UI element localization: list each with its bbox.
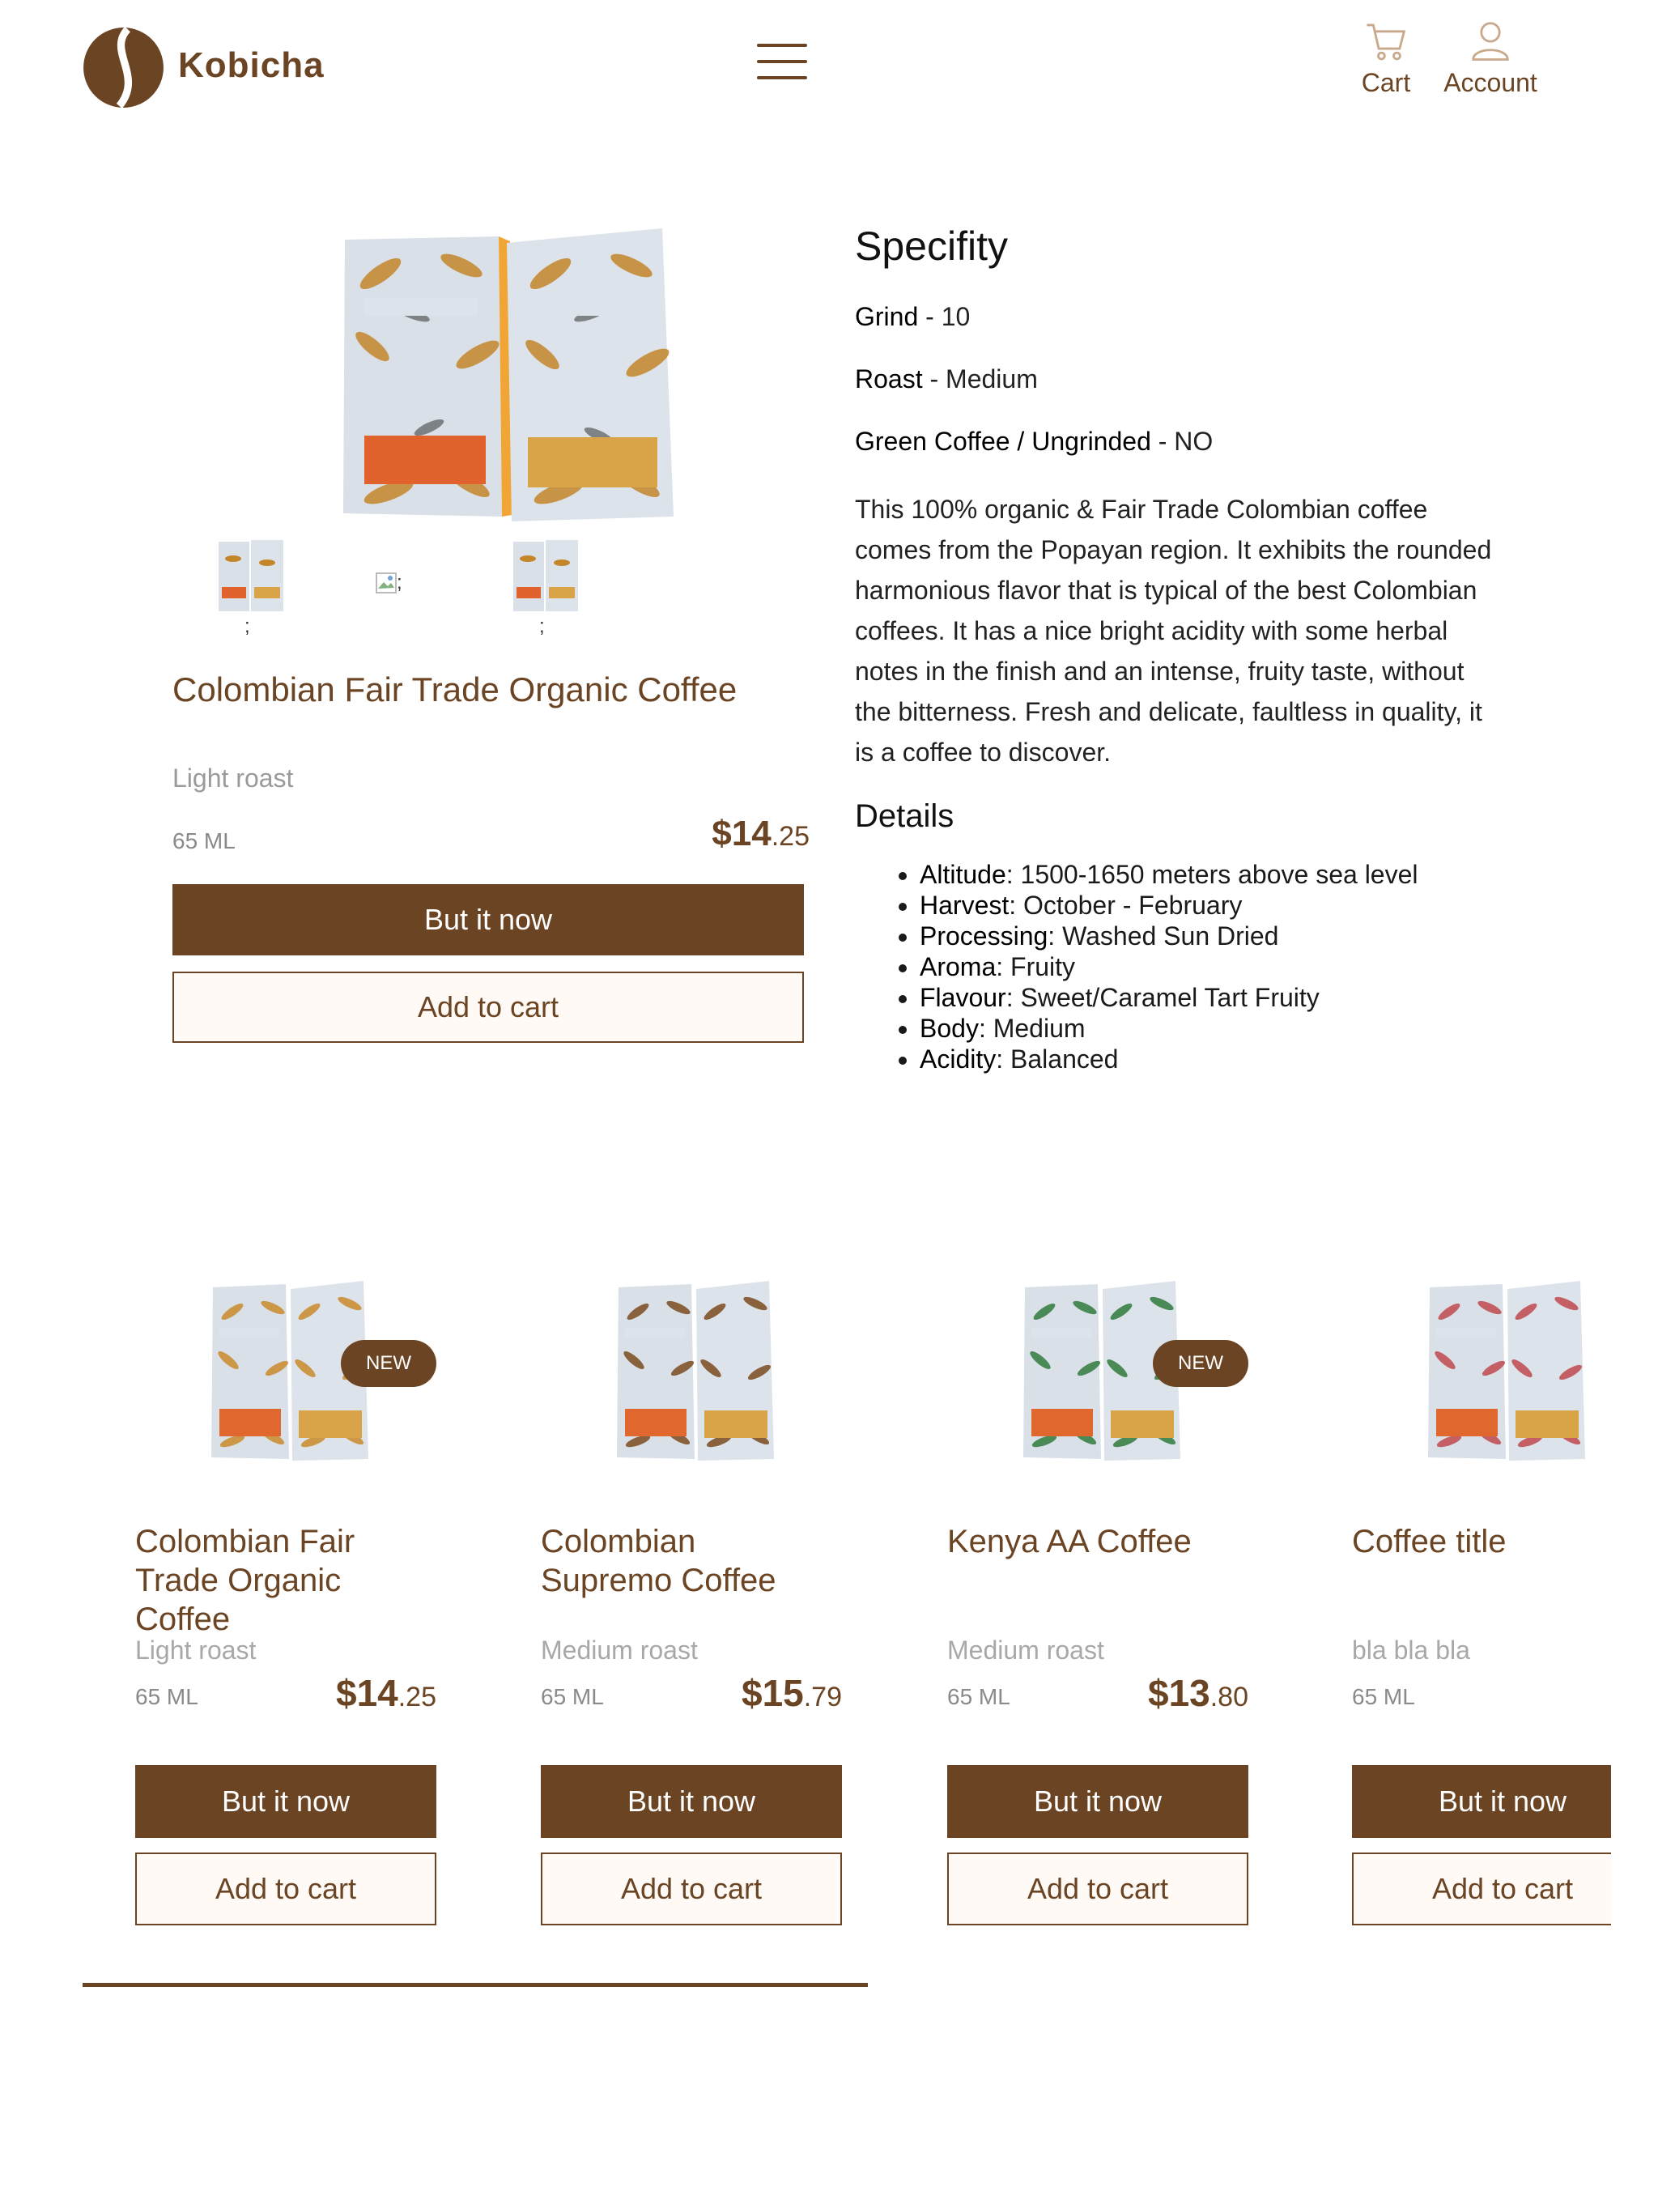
new-badge: NEW [341,1340,436,1387]
carousel-scrollbar[interactable] [83,1983,868,1987]
add-to-cart-button[interactable]: Add to cart [135,1853,436,1925]
card-size: 65 ML [541,1684,604,1709]
card-title[interactable]: Colombian Supremo Coffee [541,1522,808,1600]
card-price: $15.79 [741,1672,842,1714]
product-card-image [617,1281,774,1461]
product-card-image [1428,1281,1585,1461]
card-title[interactable]: Coffee title [1352,1522,1611,1561]
add-to-cart-button[interactable]: Add to cart [541,1853,842,1925]
card-title[interactable]: Kenya AA Coffee [947,1522,1214,1561]
card-roast: Medium roast [541,1636,698,1665]
card-price: $13.80 [1147,1672,1248,1714]
card-roast: Medium roast [947,1636,1104,1665]
buy-now-button[interactable]: But it now [541,1765,842,1838]
add-to-cart-button[interactable]: Add to cart [947,1853,1248,1925]
card-size: 65 ML [947,1684,1010,1709]
card-roast: bla bla bla [1352,1636,1470,1665]
add-to-cart-button[interactable]: Add to cart [1352,1853,1611,1925]
buy-now-button[interactable]: But it now [1352,1765,1611,1838]
related-products-carousel[interactable]: NEW Colombian Fair Trade Organic Coffee … [0,0,1611,2212]
card-price: $14.25 [335,1672,436,1714]
buy-now-button[interactable]: But it now [135,1765,436,1838]
card-size: 65 ML [135,1684,198,1709]
new-badge: NEW [1153,1340,1248,1387]
card-size: 65 ML [1352,1684,1415,1709]
card-title[interactable]: Colombian Fair Trade Organic Coffee [135,1522,402,1639]
buy-now-button[interactable]: But it now [947,1765,1248,1838]
card-roast: Light roast [135,1636,257,1665]
